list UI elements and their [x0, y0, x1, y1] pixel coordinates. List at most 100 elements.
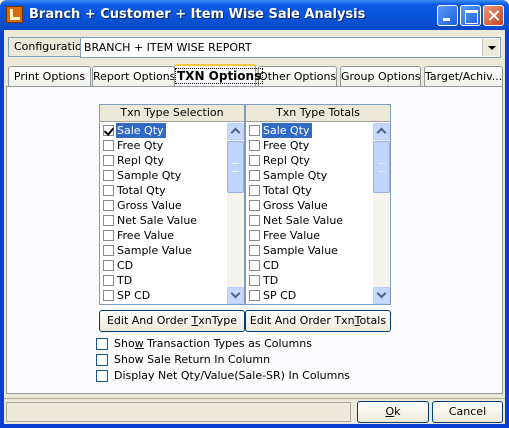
dialog-client-area: Configuration BRANCH + ITEM WISE REPORT …: [4, 30, 505, 424]
txn-type-selection-list[interactable]: Sale Qty Free Qty Repl Qty Sample Qty Total …: [100, 123, 228, 304]
checkbox-icon[interactable]: [249, 290, 260, 301]
list-item[interactable]: TD: [246, 273, 374, 288]
list-item[interactable]: Sample Qty: [100, 168, 228, 183]
list-item-label: Sale Qty: [116, 123, 166, 138]
list-item[interactable]: Gross Value: [100, 198, 228, 213]
list-item-label: Sample Qty: [117, 169, 182, 182]
selection-scrollbar[interactable]: [227, 123, 244, 304]
chevron-down-icon[interactable]: [482, 39, 499, 56]
list-item-label: Gross Value: [263, 199, 328, 212]
list-item-label: TD: [117, 274, 133, 287]
configuration-dropdown[interactable]: BRANCH + ITEM WISE REPORT: [80, 37, 501, 58]
checkbox-icon[interactable]: [103, 230, 114, 241]
list-item-label: SP CD: [117, 289, 151, 302]
checkbox-icon[interactable]: [103, 290, 114, 301]
tab-group-options[interactable]: Group Options: [340, 66, 421, 86]
list-item[interactable]: Sale Qty: [100, 123, 228, 138]
checkbox-icon[interactable]: [103, 155, 114, 166]
list-item[interactable]: SP CD: [100, 288, 228, 303]
checkbox-icon[interactable]: [249, 200, 260, 211]
scroll-thumb[interactable]: [373, 141, 390, 193]
checkbox-icon[interactable]: [249, 155, 260, 166]
list-item[interactable]: Total Qty: [246, 183, 374, 198]
checkbox-icon[interactable]: [103, 260, 114, 271]
checkbox-icon[interactable]: [103, 200, 114, 211]
checkbox-icon[interactable]: [249, 275, 260, 286]
cancel-button[interactable]: Cancel: [432, 401, 503, 423]
scroll-thumb[interactable]: [227, 141, 244, 193]
checkbox-icon[interactable]: [249, 260, 260, 271]
tab-txn-options[interactable]: TXN Options: [174, 64, 264, 86]
list-item[interactable]: Sample Qty: [246, 168, 374, 183]
list-item[interactable]: CD: [100, 258, 228, 273]
list-item-label: Total Qty: [117, 184, 166, 197]
app-window: Branch + Customer + Item Wise Sale Analy…: [0, 0, 509, 428]
list-item[interactable]: CD: [246, 258, 374, 273]
list-item-label: Net Sale Value: [263, 214, 344, 227]
txn-type-totals-list[interactable]: Sale Qty Free Qty Repl Qty Sample Qty Total …: [246, 123, 374, 304]
totals-scrollbar[interactable]: [373, 123, 390, 304]
checked-checkbox-icon[interactable]: [103, 125, 114, 136]
edit-order-txntype-button[interactable]: Edit And Order TxnType: [99, 310, 245, 332]
status-pane: [6, 402, 351, 422]
list-item[interactable]: Total Qty: [100, 183, 228, 198]
checkbox-icon[interactable]: [103, 245, 114, 256]
list-item[interactable]: Sale Qty: [246, 123, 374, 138]
list-item[interactable]: Gross Value: [246, 198, 374, 213]
checkbox-box[interactable]: [96, 354, 108, 366]
list-item[interactable]: Net Sale Value: [246, 213, 374, 228]
list-item-label: Total Qty: [263, 184, 312, 197]
checkbox-icon[interactable]: [249, 125, 260, 136]
close-icon[interactable]: [483, 5, 504, 26]
scroll-up-icon[interactable]: [227, 123, 244, 140]
ok-button[interactable]: Ok: [357, 401, 429, 423]
edit-order-txntotals-button[interactable]: Edit And Order TxnTotals: [245, 310, 391, 332]
txn-type-selection-group: Txn Type Selection Sale Qty Free Qty Repl …: [99, 104, 245, 305]
scroll-down-icon[interactable]: [373, 287, 390, 304]
list-item[interactable]: SP CD: [246, 288, 374, 303]
list-item[interactable]: Free Qty: [246, 138, 374, 153]
checkbox-icon[interactable]: [103, 170, 114, 181]
tab-target-achiv[interactable]: Target/Achiv...: [424, 66, 503, 86]
title-bar[interactable]: Branch + Customer + Item Wise Sale Analy…: [0, 0, 509, 30]
checkbox-icon[interactable]: [103, 140, 114, 151]
list-item[interactable]: TD: [100, 273, 228, 288]
list-item-label: CD: [117, 259, 134, 272]
checkbox-icon[interactable]: [103, 215, 114, 226]
list-item[interactable]: Free Value: [246, 228, 374, 243]
tab-strip: Print Options Report Options TXN Options…: [6, 64, 503, 86]
list-item[interactable]: Repl Qty: [246, 153, 374, 168]
list-item[interactable]: Sample Value: [100, 243, 228, 258]
txn-type-totals-group: Txn Type Totals Sale Qty Free Qty Repl Qty…: [245, 104, 391, 305]
list-item[interactable]: Repl Qty: [100, 153, 228, 168]
tab-report-options[interactable]: Report Options: [92, 66, 175, 86]
checkbox-box[interactable]: [96, 370, 108, 382]
list-item[interactable]: Net Sale Value: [100, 213, 228, 228]
maximize-icon[interactable]: [460, 5, 481, 26]
list-item[interactable]: Sample Value: [246, 243, 374, 258]
list-item[interactable]: Free Value: [100, 228, 228, 243]
checkbox-icon[interactable]: [103, 275, 114, 286]
scroll-up-icon[interactable]: [373, 123, 390, 140]
checkbox-icon[interactable]: [103, 185, 114, 196]
checkbox-icon[interactable]: [249, 215, 260, 226]
tab-print-options[interactable]: Print Options: [8, 66, 91, 86]
checkbox-icon[interactable]: [249, 245, 260, 256]
minimize-icon[interactable]: [437, 5, 458, 26]
checkbox-icon[interactable]: [249, 185, 260, 196]
list-item[interactable]: Free Qty: [100, 138, 228, 153]
list-item-label: TD: [263, 274, 279, 287]
window-title: Branch + Customer + Item Wise Sale Analy…: [29, 7, 366, 22]
list-item-label: Gross Value: [117, 199, 182, 212]
list-item-label: CD: [263, 259, 280, 272]
checkbox-icon[interactable]: [249, 170, 260, 181]
list-item-label: Sample Value: [117, 244, 192, 257]
tab-other-options[interactable]: Other Options: [258, 66, 337, 86]
checkbox-icon[interactable]: [249, 230, 260, 241]
txn-type-totals-header: Txn Type Totals: [246, 105, 390, 122]
scroll-down-icon[interactable]: [227, 287, 244, 304]
checkbox-box[interactable]: [96, 338, 108, 350]
list-item-label: Free Qty: [263, 139, 310, 152]
checkbox-icon[interactable]: [249, 140, 260, 151]
list-item-label: Sample Qty: [263, 169, 328, 182]
